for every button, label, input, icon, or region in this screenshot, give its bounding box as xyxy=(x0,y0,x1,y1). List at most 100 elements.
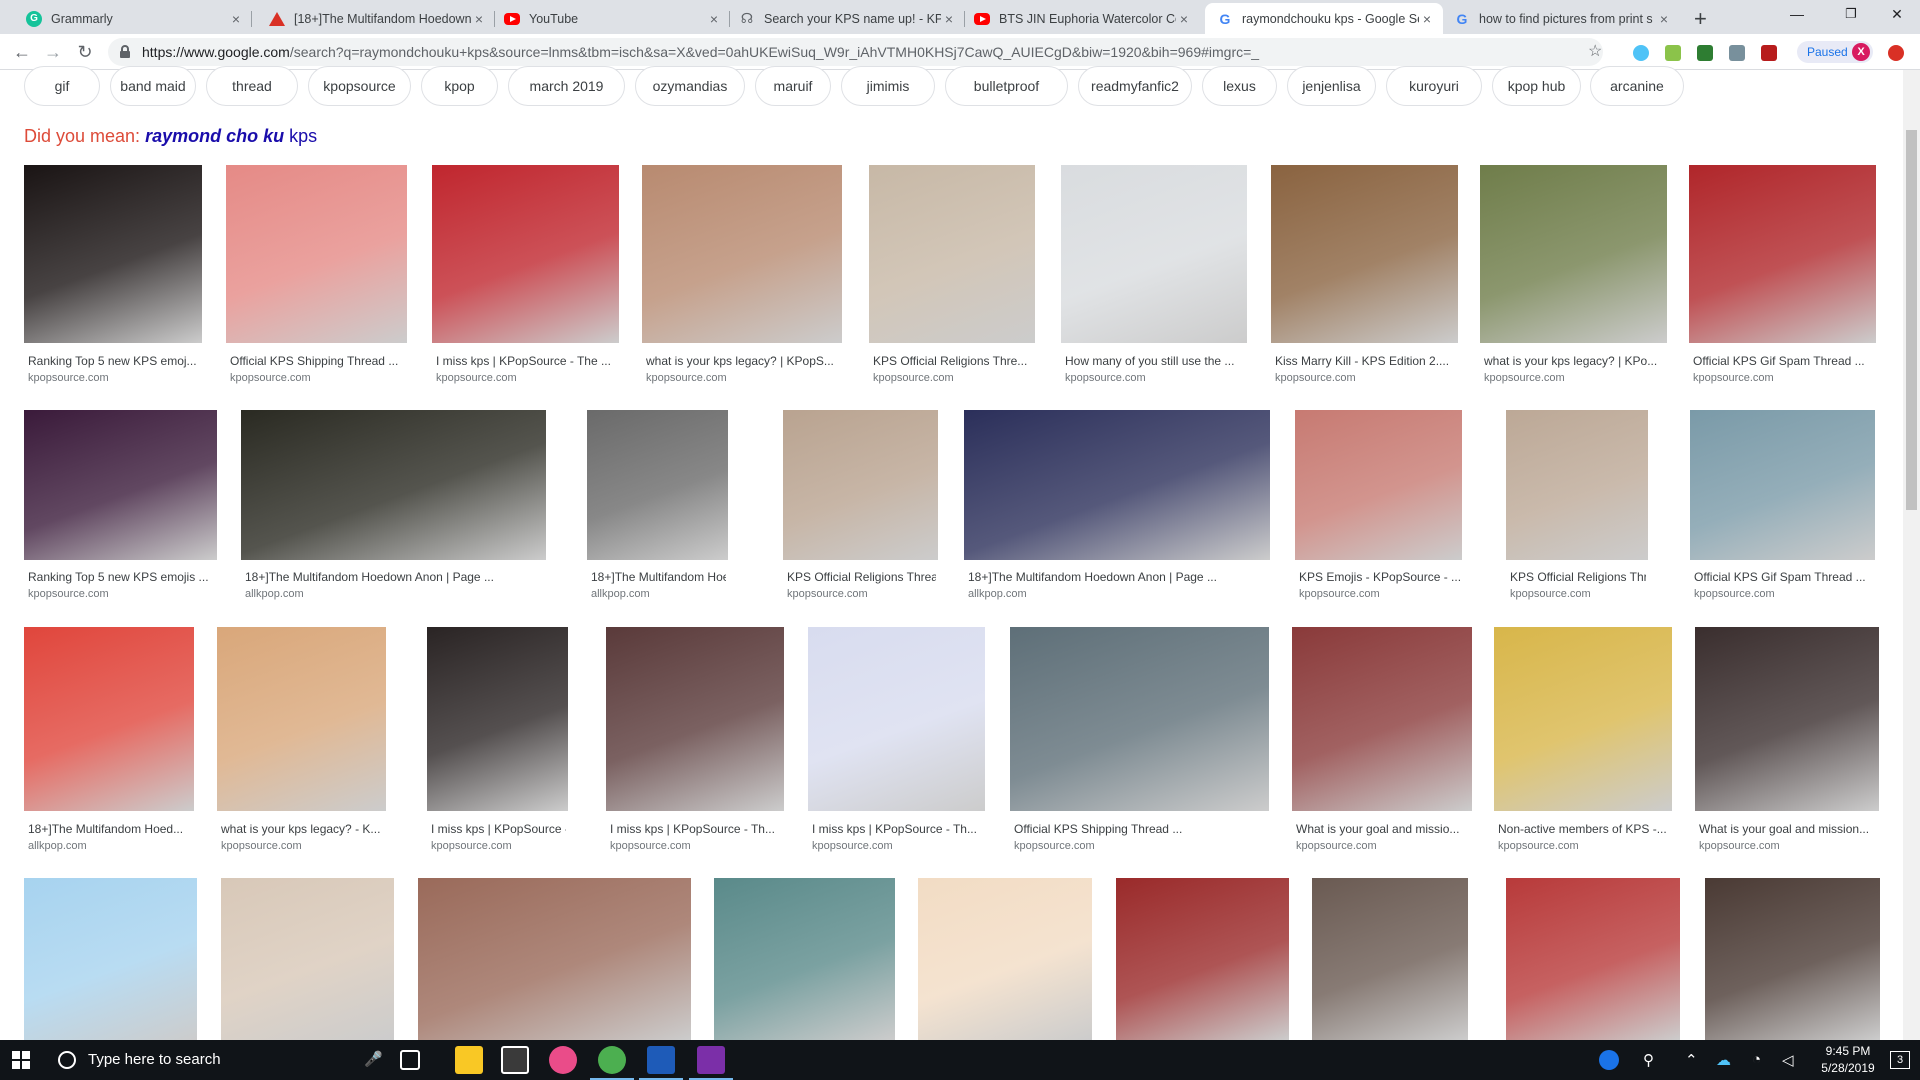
store-icon[interactable] xyxy=(501,1046,529,1074)
result-caption[interactable]: 18+]The Multifandom Hoedown Anon | Page … xyxy=(968,570,1268,584)
result-caption[interactable]: What is your goal and missio... xyxy=(1296,822,1470,836)
result-thumbnail[interactable] xyxy=(964,410,1270,560)
result-source: allkpop.com xyxy=(245,588,304,600)
result-caption[interactable]: How many of you still use the ... xyxy=(1065,354,1245,368)
result-source: kpopsource.com xyxy=(431,840,512,852)
result-caption[interactable]: KPS Official Religions Threa... xyxy=(787,570,936,584)
result-caption[interactable]: 18+]The Multifandom Hoed... xyxy=(591,570,726,584)
result-thumbnail[interactable] xyxy=(1295,410,1462,560)
result-thumbnail[interactable] xyxy=(587,410,728,560)
result-thumbnail[interactable] xyxy=(418,878,691,1040)
taskbar-search-box[interactable]: Type here to search xyxy=(88,1051,221,1068)
result-caption[interactable]: Non-active members of KPS -... xyxy=(1498,822,1670,836)
result-caption[interactable]: Ranking Top 5 new KPS emojis ... xyxy=(28,570,215,584)
result-caption[interactable]: 18+]The Multifandom Hoedown Anon | Page … xyxy=(245,570,544,584)
result-thumbnail[interactable] xyxy=(226,165,407,343)
result-source: kpopsource.com xyxy=(787,588,868,600)
help-icon[interactable] xyxy=(1599,1050,1619,1070)
result-thumbnail[interactable] xyxy=(1705,878,1880,1040)
result-thumbnail[interactable] xyxy=(24,627,194,811)
result-thumbnail[interactable] xyxy=(1695,627,1879,811)
result-thumbnail[interactable] xyxy=(1061,165,1247,343)
result-source: kpopsource.com xyxy=(1484,372,1565,384)
notification-center-icon[interactable]: 3 xyxy=(1890,1051,1910,1069)
result-thumbnail[interactable] xyxy=(642,165,842,343)
microphone-icon[interactable]: 🎤 xyxy=(364,1050,383,1068)
result-caption[interactable]: Official KPS Gif Spam Thread ... xyxy=(1694,570,1873,584)
result-thumbnail[interactable] xyxy=(1116,878,1289,1040)
result-source: kpopsource.com xyxy=(436,372,517,384)
result-thumbnail[interactable] xyxy=(24,410,217,560)
chrome-icon[interactable] xyxy=(598,1046,626,1074)
onedrive-icon[interactable]: ☁ xyxy=(1716,1051,1731,1069)
word-icon[interactable] xyxy=(647,1046,675,1074)
result-thumbnail[interactable] xyxy=(714,878,895,1040)
result-thumbnail[interactable] xyxy=(869,165,1035,343)
result-thumbnail[interactable] xyxy=(1312,878,1468,1040)
result-thumbnail[interactable] xyxy=(221,878,394,1040)
itunes-icon[interactable] xyxy=(549,1046,577,1074)
task-view-icon[interactable] xyxy=(400,1050,420,1070)
result-thumbnail[interactable] xyxy=(1494,627,1672,811)
result-thumbnail[interactable] xyxy=(432,165,619,343)
result-caption[interactable]: Official KPS Shipping Thread ... xyxy=(1014,822,1267,836)
result-caption[interactable]: What is your goal and mission... xyxy=(1699,822,1877,836)
result-thumbnail[interactable] xyxy=(24,165,202,343)
result-source: kpopsource.com xyxy=(1065,372,1146,384)
result-thumbnail[interactable] xyxy=(1010,627,1269,811)
result-caption[interactable]: Kiss Marry Kill - KPS Edition 2.... xyxy=(1275,354,1456,368)
scrollbar-thumb[interactable] xyxy=(1906,130,1917,510)
result-thumbnail[interactable] xyxy=(783,410,938,560)
result-caption[interactable]: KPS Official Religions Threa... xyxy=(1510,570,1646,584)
result-thumbnail[interactable] xyxy=(1292,627,1472,811)
result-thumbnail[interactable] xyxy=(427,627,568,811)
chevron-up-icon[interactable]: ⌃ xyxy=(1685,1051,1698,1069)
result-thumbnail[interactable] xyxy=(1271,165,1458,343)
result-caption[interactable]: Official KPS Shipping Thread ... xyxy=(230,354,405,368)
vertical-scrollbar[interactable] xyxy=(1903,70,1920,1040)
result-caption[interactable]: what is your kps legacy? | KPo... xyxy=(1484,354,1665,368)
windows-start-icon[interactable] xyxy=(12,1051,30,1069)
result-source: allkpop.com xyxy=(968,588,1027,600)
clock-date[interactable]: 5/28/2019 xyxy=(1808,1061,1888,1075)
cortana-icon[interactable] xyxy=(58,1051,76,1069)
result-caption[interactable]: KPS Emojis - KPopSource - ... xyxy=(1299,570,1460,584)
result-thumbnail[interactable] xyxy=(1480,165,1667,343)
result-caption[interactable]: I miss kps | KPopSource - T... xyxy=(431,822,566,836)
clock-time[interactable]: 9:45 PM xyxy=(1808,1044,1888,1058)
result-source: kpopsource.com xyxy=(1699,840,1780,852)
result-thumbnail[interactable] xyxy=(1689,165,1876,343)
result-thumbnail[interactable] xyxy=(1506,878,1680,1040)
result-source: kpopsource.com xyxy=(646,372,727,384)
result-caption[interactable]: what is your kps legacy? - K... xyxy=(221,822,384,836)
result-caption[interactable]: what is your kps legacy? | KPopS... xyxy=(646,354,840,368)
people-icon[interactable]: ⚲ xyxy=(1643,1051,1654,1069)
result-thumbnail[interactable] xyxy=(606,627,784,811)
result-source: kpopsource.com xyxy=(1498,840,1579,852)
result-caption[interactable]: I miss kps | KPopSource - Th... xyxy=(610,822,782,836)
result-thumbnail[interactable] xyxy=(24,878,197,1040)
result-source: kpopsource.com xyxy=(1694,588,1775,600)
file-explorer-icon[interactable] xyxy=(455,1046,483,1074)
result-thumbnail[interactable] xyxy=(918,878,1092,1040)
result-source: kpopsource.com xyxy=(1296,840,1377,852)
result-caption[interactable]: 18+]The Multifandom Hoed... xyxy=(28,822,192,836)
wifi-icon[interactable]: ◔ xyxy=(1752,1051,1761,1068)
onenote-icon[interactable] xyxy=(697,1046,725,1074)
result-caption[interactable]: Ranking Top 5 new KPS emoj... xyxy=(28,354,200,368)
result-source: kpopsource.com xyxy=(28,372,109,384)
result-caption[interactable]: I miss kps | KPopSource - Th... xyxy=(812,822,983,836)
result-source: kpopsource.com xyxy=(610,840,691,852)
result-source: kpopsource.com xyxy=(1275,372,1356,384)
volume-icon[interactable]: ◁ xyxy=(1782,1051,1794,1069)
result-thumbnail[interactable] xyxy=(241,410,546,560)
result-thumbnail[interactable] xyxy=(808,627,985,811)
result-caption[interactable]: I miss kps | KPopSource - The ... xyxy=(436,354,617,368)
result-source: kpopsource.com xyxy=(28,588,109,600)
result-caption[interactable]: KPS Official Religions Thre... xyxy=(873,354,1033,368)
result-thumbnail[interactable] xyxy=(1690,410,1875,560)
result-thumbnail[interactable] xyxy=(217,627,386,811)
result-source: allkpop.com xyxy=(591,588,650,600)
result-caption[interactable]: Official KPS Gif Spam Thread ... xyxy=(1693,354,1874,368)
result-thumbnail[interactable] xyxy=(1506,410,1648,560)
